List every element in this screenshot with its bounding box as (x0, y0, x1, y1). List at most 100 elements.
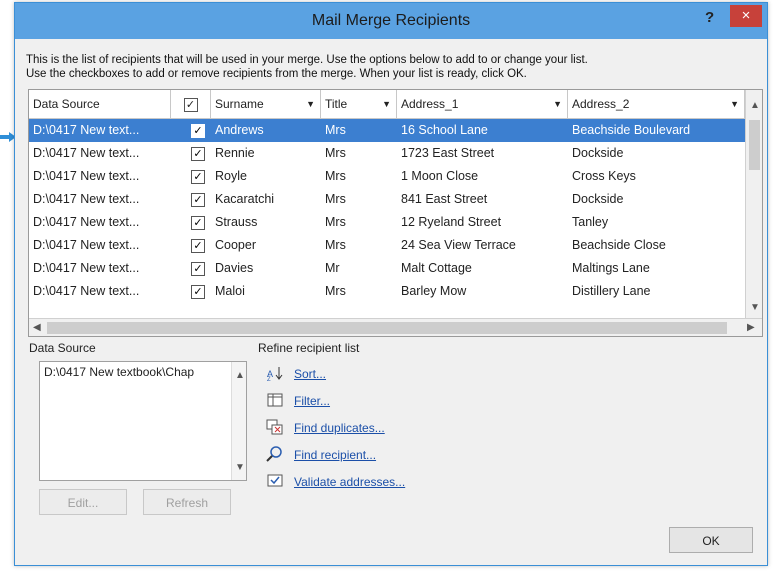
table-row[interactable]: D:\0417 New text... Andrews Mrs 16 School L… (29, 119, 745, 142)
cell-address-1: 24 Sea View Terrace (401, 238, 516, 252)
cell-title: Mrs (325, 192, 346, 206)
table-row[interactable]: D:\0417 New text... Strauss Mrs 12 Ryeland … (29, 211, 745, 234)
cell-address-1: Barley Mow (401, 284, 467, 298)
filter-link[interactable]: Filter... (294, 394, 330, 408)
include-checkbox[interactable]: ✓ (191, 216, 205, 230)
table-row[interactable]: D:\0417 New text... Maloi Mrs Barley Mow Dis… (29, 280, 745, 303)
include-checkbox[interactable]: ✓ (191, 124, 205, 138)
scroll-left-icon[interactable]: ◀ (33, 322, 41, 333)
cell-address-2: Dockside (572, 192, 624, 206)
instructions-line-2: Use the checkboxes to add or remove reci… (26, 68, 527, 80)
ok-button[interactable]: OK (669, 527, 753, 553)
data-source-list[interactable]: D:\0417 New textbook\Chap ▲ ▼ (39, 361, 247, 481)
scroll-up-icon[interactable]: ▲ (750, 100, 760, 111)
chevron-down-icon[interactable]: ▼ (306, 90, 315, 118)
cell-address-2: Maltings Lane (572, 261, 650, 275)
cell-title: Mrs (325, 123, 346, 137)
cell-address-1: 1 Moon Close (401, 169, 479, 183)
cell-address-1: 1723 East Street (401, 146, 495, 160)
cell-surname: Strauss (215, 215, 258, 229)
scroll-up-icon[interactable]: ▲ (235, 370, 245, 381)
cell-data-source: D:\0417 New text... (33, 192, 140, 206)
cell-surname: Davies (215, 261, 254, 275)
col-surname[interactable]: Surname ▼ (211, 90, 321, 118)
cell-address-1: 12 Ryeland Street (401, 215, 502, 229)
table-row[interactable]: D:\0417 New text... Royle Mrs 1 Moon Close C… (29, 165, 745, 188)
data-source-label: Data Source (29, 341, 96, 355)
scroll-thumb[interactable] (749, 120, 760, 170)
validate-icon (267, 474, 283, 487)
table-row[interactable]: D:\0417 New text... Davies Mr Malt Cottage M… (29, 257, 745, 280)
cell-title: Mrs (325, 146, 346, 160)
horizontal-scrollbar[interactable]: ◀ ▶ (29, 318, 762, 336)
col-address-2[interactable]: Address_2 ▼ (568, 90, 745, 118)
cell-title: Mr (325, 261, 340, 275)
table-row[interactable]: D:\0417 New text... Kacaratchi Mrs 841 East… (29, 188, 745, 211)
sort-link[interactable]: Sort... (294, 367, 326, 381)
cell-surname: Cooper (215, 238, 256, 252)
close-button[interactable]: × (730, 5, 762, 27)
scroll-right-icon[interactable]: ▶ (747, 322, 755, 333)
cell-address-2: Beachside Close (572, 238, 666, 252)
table-row[interactable]: D:\0417 New text... Rennie Mrs 1723 East St… (29, 142, 745, 165)
cell-title: Mrs (325, 215, 346, 229)
edit-button[interactable]: Edit... (39, 489, 127, 515)
table-row[interactable]: D:\0417 New text... Cooper Mrs 24 Sea View … (29, 234, 745, 257)
validate-addresses-link[interactable]: Validate addresses... (294, 475, 405, 489)
cell-address-2: Beachside Boulevard (572, 123, 691, 137)
scroll-thumb[interactable] (47, 322, 727, 334)
filter-icon (267, 393, 283, 407)
chevron-down-icon[interactable]: ▼ (382, 90, 391, 118)
include-checkbox[interactable]: ✓ (191, 262, 205, 276)
cell-surname: Rennie (215, 146, 255, 160)
cell-address-1: 16 School Lane (401, 123, 488, 137)
include-checkbox[interactable]: ✓ (191, 193, 205, 207)
include-checkbox[interactable]: ✓ (191, 170, 205, 184)
chevron-down-icon[interactable]: ▼ (730, 90, 739, 118)
cell-surname: Royle (215, 169, 247, 183)
cell-data-source: D:\0417 New text... (33, 146, 140, 160)
find-icon (266, 446, 282, 462)
cell-data-source: D:\0417 New text... (33, 169, 140, 183)
find-recipient-link[interactable]: Find recipient... (294, 448, 376, 462)
sort-icon: AZ (267, 367, 283, 381)
include-checkbox[interactable]: ✓ (191, 239, 205, 253)
cell-title: Mrs (325, 284, 346, 298)
cell-title: Mrs (325, 169, 346, 183)
mail-merge-dialog: Mail Merge Recipients ? × This is the li… (14, 2, 768, 566)
col-title[interactable]: Title ▼ (321, 90, 397, 118)
cell-surname: Maloi (215, 284, 245, 298)
include-checkbox[interactable]: ✓ (191, 285, 205, 299)
instructions-line-1: This is the list of recipients that will… (26, 54, 588, 66)
cell-address-2: Dockside (572, 146, 624, 160)
col-data-source[interactable]: Data Source (29, 90, 171, 118)
data-source-item[interactable]: D:\0417 New textbook\Chap (44, 365, 194, 379)
cell-data-source: D:\0417 New text... (33, 215, 140, 229)
recipients-table: Data Source ✓ Surname ▼ Title ▼ Address_1 ▼… (28, 89, 763, 337)
col-check[interactable]: ✓ (171, 90, 211, 118)
cell-address-2: Distillery Lane (572, 284, 651, 298)
find-duplicates-link[interactable]: Find duplicates... (294, 421, 385, 435)
cell-data-source: D:\0417 New text... (33, 284, 140, 298)
cell-surname: Andrews (215, 123, 264, 137)
refresh-button[interactable]: Refresh (143, 489, 231, 515)
cell-address-2: Tanley (572, 215, 609, 229)
chevron-down-icon[interactable]: ▼ (553, 90, 562, 118)
svg-text:Z: Z (267, 377, 271, 381)
refine-label: Refine recipient list (258, 341, 360, 355)
vertical-scrollbar[interactable]: ▲ ▼ (745, 90, 762, 318)
cell-surname: Kacaratchi (215, 192, 275, 206)
title-bar: Mail Merge Recipients ? × (15, 3, 767, 39)
select-all-checkbox[interactable]: ✓ (183, 98, 198, 112)
cell-address-1: Malt Cottage (401, 261, 472, 275)
help-button[interactable]: ? (705, 9, 714, 26)
cell-address-1: 841 East Street (401, 192, 488, 206)
duplicates-icon (266, 419, 283, 435)
data-source-scrollbar[interactable]: ▲ ▼ (231, 362, 246, 480)
scroll-down-icon[interactable]: ▼ (750, 302, 760, 313)
include-checkbox[interactable]: ✓ (191, 147, 205, 161)
instructions: This is the list of recipients that will… (26, 53, 761, 81)
window-title: Mail Merge Recipients (311, 12, 471, 29)
col-address-1[interactable]: Address_1 ▼ (397, 90, 568, 118)
scroll-down-icon[interactable]: ▼ (235, 462, 245, 473)
